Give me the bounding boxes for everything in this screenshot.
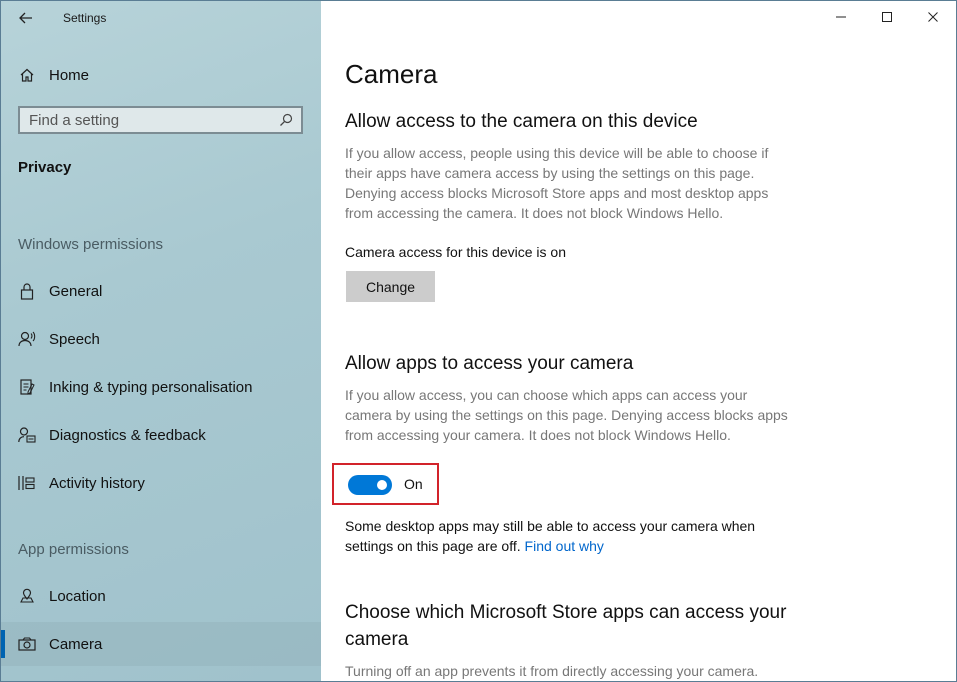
apps-access-description: If you allow access, you can choose whic…	[345, 387, 788, 443]
sidebar-item-label: Home	[49, 66, 90, 84]
sidebar-item-label: Location	[49, 587, 106, 605]
back-button[interactable]	[13, 7, 39, 29]
close-icon	[928, 12, 938, 22]
group-heading-windows-permissions: Windows permissions	[18, 236, 164, 253]
sidebar-item-camera[interactable]: Camera	[1, 622, 321, 666]
sidebar-item-home[interactable]: Home	[1, 57, 321, 93]
desktop-apps-note: Some desktop apps may still be able to a…	[345, 516, 805, 556]
sidebar-item-label: Activity history	[49, 474, 145, 492]
sidebar-item-label: Inking & typing personalisation	[49, 378, 253, 396]
store-apps-heading: Choose which Microsoft Store apps can ac…	[345, 602, 787, 650]
camera-icon	[17, 634, 37, 654]
sidebar-item-location[interactable]: Location	[1, 574, 321, 618]
speech-icon	[17, 329, 37, 349]
close-button[interactable]	[910, 1, 956, 33]
maximize-icon	[882, 12, 892, 22]
search-box	[18, 106, 303, 134]
maximize-button[interactable]	[864, 1, 910, 33]
sidebar: Settings Home Privacy Windows permission…	[1, 1, 321, 681]
app-title: Settings	[63, 11, 107, 25]
sidebar-item-label: General	[49, 282, 103, 300]
device-access-heading: Allow access to the camera on this devic…	[345, 111, 698, 132]
page-title: Camera	[345, 59, 438, 89]
toggle-highlight-box: On	[332, 463, 439, 505]
toggle-knob	[377, 480, 387, 490]
activity-icon	[17, 473, 37, 493]
inking-icon	[17, 377, 37, 397]
sidebar-item-diagnostics[interactable]: Diagnostics & feedback	[1, 413, 321, 457]
store-apps-description: Turning off an app prevents it from dire…	[345, 663, 759, 679]
sidebar-item-label: Diagnostics & feedback	[49, 426, 206, 444]
location-icon	[17, 586, 37, 606]
minimize-button[interactable]	[818, 1, 864, 33]
section-title: Privacy	[18, 159, 72, 176]
device-access-description: If you allow access, people using this d…	[345, 145, 769, 221]
group-heading-app-permissions: App permissions	[18, 541, 129, 558]
back-arrow-icon	[19, 12, 32, 24]
sidebar-item-general[interactable]: General	[1, 269, 321, 313]
device-access-status: Camera access for this device is on	[345, 244, 566, 260]
sidebar-item-inking-typing[interactable]: Inking & typing personalisation	[1, 365, 321, 409]
find-out-why-link[interactable]: Find out why	[525, 538, 604, 554]
change-button[interactable]: Change	[346, 271, 435, 302]
sidebar-item-activity-history[interactable]: Activity history	[1, 461, 321, 505]
sidebar-item-label: Camera	[49, 635, 103, 653]
search-icon[interactable]	[275, 109, 297, 131]
diagnostics-icon	[17, 425, 37, 445]
sidebar-item-label: Speech	[49, 330, 100, 348]
home-icon	[17, 65, 37, 85]
toggle-state-label: On	[404, 476, 423, 492]
apps-access-heading: Allow apps to access your camera	[345, 353, 634, 374]
selection-indicator	[1, 630, 5, 658]
apps-camera-toggle[interactable]	[348, 475, 392, 495]
search-input[interactable]	[20, 107, 275, 133]
settings-window: Settings Home Privacy Windows permission…	[0, 0, 957, 682]
minimize-icon	[836, 16, 846, 18]
sidebar-item-speech[interactable]: Speech	[1, 317, 321, 361]
lock-icon	[17, 281, 37, 301]
